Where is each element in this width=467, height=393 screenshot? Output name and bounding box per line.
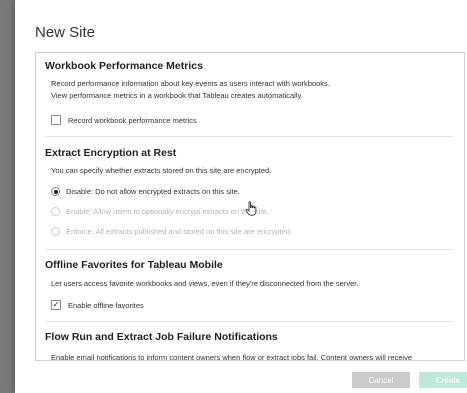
section-heading: Flow Run and Extract Job Failure Notific… [45, 331, 278, 343]
checkbox-label: Enable offline favorites [68, 300, 144, 310]
section-divider [45, 136, 453, 137]
description-line: View performance metrics in a workbook t… [51, 91, 303, 100]
new-site-dialog: New Site Workbook Performance Metrics Re… [15, 0, 467, 393]
flow-failure-section: Flow Run and Extract Job Failure Notific… [45, 331, 455, 361]
disable-radio[interactable] [51, 187, 60, 196]
workbook-performance-section: Workbook Performance Metrics Record perf… [45, 60, 455, 102]
enforce-radio [51, 227, 60, 236]
checkbox-label: Record workbook performance metrics [68, 115, 197, 125]
offline-favorites-checkbox[interactable]: ✓ [51, 300, 61, 310]
section-description: You can specify whether extracts stored … [51, 166, 272, 175]
section-description: Enable email notifications to inform con… [51, 353, 413, 361]
offline-favorites-option[interactable]: ✓ Enable offline favorites [51, 300, 144, 310]
radio-selected-dot [53, 189, 58, 194]
create-button[interactable]: Create [419, 372, 467, 388]
encryption-option-enable: Enable: Allow users to optionally encryp… [51, 207, 269, 216]
encryption-option-disable[interactable]: Disable: Do not allow encrypted extracts… [51, 187, 240, 196]
extract-encryption-section: Extract Encryption at Rest You can speci… [45, 147, 455, 177]
cancel-button[interactable]: Cancel [352, 372, 410, 388]
section-divider [45, 249, 453, 250]
section-description: Record performance information about key… [45, 78, 455, 102]
section-description: Let users access favorite workbooks and … [51, 279, 359, 288]
record-performance-option[interactable]: Record workbook performance metrics [51, 115, 197, 125]
radio-label: Enforce: All extracts published and stor… [66, 227, 292, 236]
radio-label: Disable: Do not allow encrypted extracts… [66, 187, 240, 196]
encryption-option-enforce: Enforce: All extracts published and stor… [51, 227, 292, 236]
record-performance-checkbox[interactable] [51, 115, 61, 125]
radio-label: Enable: Allow users to optionally encryp… [66, 207, 269, 216]
section-heading: Workbook Performance Metrics [45, 60, 203, 72]
offline-favorites-section: Offline Favorites for Tableau Mobile Let… [45, 259, 455, 290]
dialog-title: New Site [35, 24, 96, 41]
hand-pointer-icon [245, 201, 257, 216]
section-heading: Extract Encryption at Rest [45, 147, 177, 159]
enable-radio [51, 207, 60, 216]
section-divider [45, 321, 453, 322]
description-line: Record performance information about key… [51, 79, 330, 88]
section-heading: Offline Favorites for Tableau Mobile [45, 259, 223, 271]
